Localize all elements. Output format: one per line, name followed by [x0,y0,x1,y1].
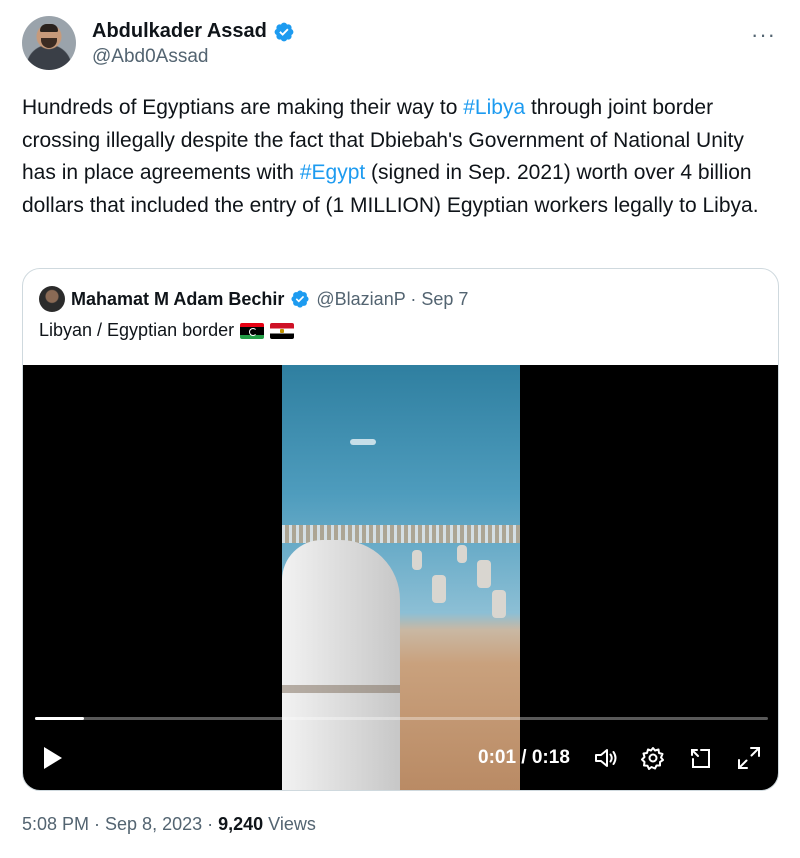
quoted-author-avatar[interactable] [39,286,65,312]
tweet-text: Hundreds of Egyptians are making their w… [22,92,778,222]
video-player[interactable]: 0:01 / 0:18 [23,365,778,790]
video-time: 0:01 / 0:18 [478,747,570,768]
quoted-tweet-text: Libyan / Egyptian border [39,320,295,341]
video-frame [282,365,520,790]
video-progress-bar[interactable] [35,717,768,720]
quoted-tweet-card[interactable]: Mahamat M Adam Bechir @BlazianP · Sep 7 … [22,268,779,791]
hashtag-egypt-link[interactable]: #Egypt [300,161,365,184]
play-icon[interactable] [41,745,65,771]
tweet-time-date[interactable]: 5:08 PM · Sep 8, 2023 · [22,814,218,834]
volume-icon[interactable] [592,744,620,772]
views-count: 9,240 [218,814,264,834]
pop-out-icon[interactable] [687,744,715,772]
fullscreen-icon[interactable] [735,744,763,772]
author-name-row: Abdulkader Assad [92,20,295,43]
author-avatar[interactable] [22,16,76,70]
tweet-meta: 5:08 PM · Sep 8, 2023 · 9,240 Views [22,814,316,835]
quoted-author-handle-date[interactable]: @BlazianP · Sep 7 [316,289,468,310]
settings-icon[interactable] [639,744,667,772]
tweet-header: Abdulkader Assad @Abd0Assad ··· [22,16,782,72]
flag-libya-icon [240,322,265,339]
tweet-text-part-1: Hundreds of Egyptians are making their w… [22,96,464,119]
quoted-tweet-header: Mahamat M Adam Bechir @BlazianP · Sep 7 [39,286,468,312]
flag-egypt-icon [270,322,295,339]
verified-badge-icon [274,22,294,41]
author-display-name[interactable]: Abdulkader Assad [92,20,267,43]
more-options-icon[interactable]: ··· [751,22,776,48]
views-label: Views [263,814,316,834]
hashtag-libya-link[interactable]: #Libya [463,96,525,119]
author-handle[interactable]: @Abd0Assad [92,46,208,68]
quoted-author-display-name[interactable]: Mahamat M Adam Bechir [71,289,284,310]
video-progress-fill [35,717,85,720]
verified-badge-icon [291,290,309,308]
quoted-tweet-text-body: Libyan / Egyptian border [39,320,235,340]
